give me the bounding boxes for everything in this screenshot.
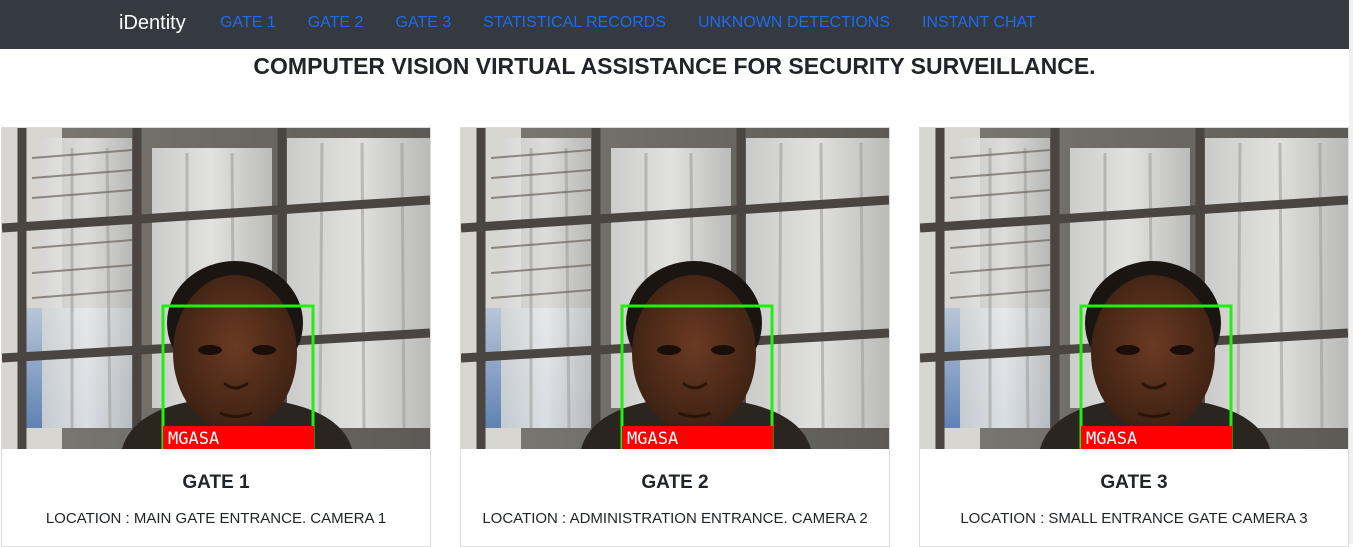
card-location: LOCATION : MAIN GATE ENTRANCE. CAMERA 1	[45, 510, 387, 527]
scrollbar-track[interactable]	[1349, 0, 1353, 544]
gate-card-3: MGASA GATE 3 LOCATION : SMALL ENTRANCE G…	[919, 127, 1349, 547]
camera-feed-gate-3: MGASA	[920, 128, 1348, 449]
detection-label: MGASA	[627, 429, 678, 449]
nav-link-gate-3[interactable]: GATE 3	[395, 13, 451, 33]
gate-card-2: MGASA GATE 2 LOCATION : ADMINISTRATION E…	[460, 127, 890, 547]
nav-links: GATE 1 GATE 2 GATE 3 STATISTICAL RECORDS…	[220, 13, 1068, 33]
gate-card-1: MGASA GATE 1 LOCATION : MAIN GATE ENTRAN…	[1, 127, 431, 547]
brand-link[interactable]: iDentity	[119, 11, 186, 35]
nav-link-instant-chat[interactable]: INSTANT CHAT	[922, 13, 1036, 33]
card-title: GATE 3	[1100, 472, 1168, 493]
card-location: LOCATION : SMALL ENTRANCE GATE CAMERA 3	[960, 510, 1308, 527]
nav-link-unknown-detections[interactable]: UNKNOWN DETECTIONS	[698, 13, 890, 33]
camera-feed-gate-2: MGASA	[461, 128, 889, 449]
detection-label: MGASA	[1086, 429, 1137, 449]
card-title: GATE 2	[641, 472, 709, 493]
top-navbar: iDentity GATE 1 GATE 2 GATE 3 STATISTICA…	[0, 0, 1349, 49]
nav-link-statistical-records[interactable]: STATISTICAL RECORDS	[483, 13, 666, 33]
camera-feed-gate-1: MGASA	[2, 128, 430, 449]
detection-label: MGASA	[168, 429, 219, 449]
page-title: COMPUTER VISION VIRTUAL ASSISTANCE FOR S…	[253, 53, 1096, 79]
nav-link-gate-2[interactable]: GATE 2	[308, 13, 364, 33]
nav-link-gate-1[interactable]: GATE 1	[220, 13, 276, 33]
card-location: LOCATION : ADMINISTRATION ENTRANCE. CAME…	[482, 510, 868, 527]
card-title: GATE 1	[182, 472, 250, 493]
